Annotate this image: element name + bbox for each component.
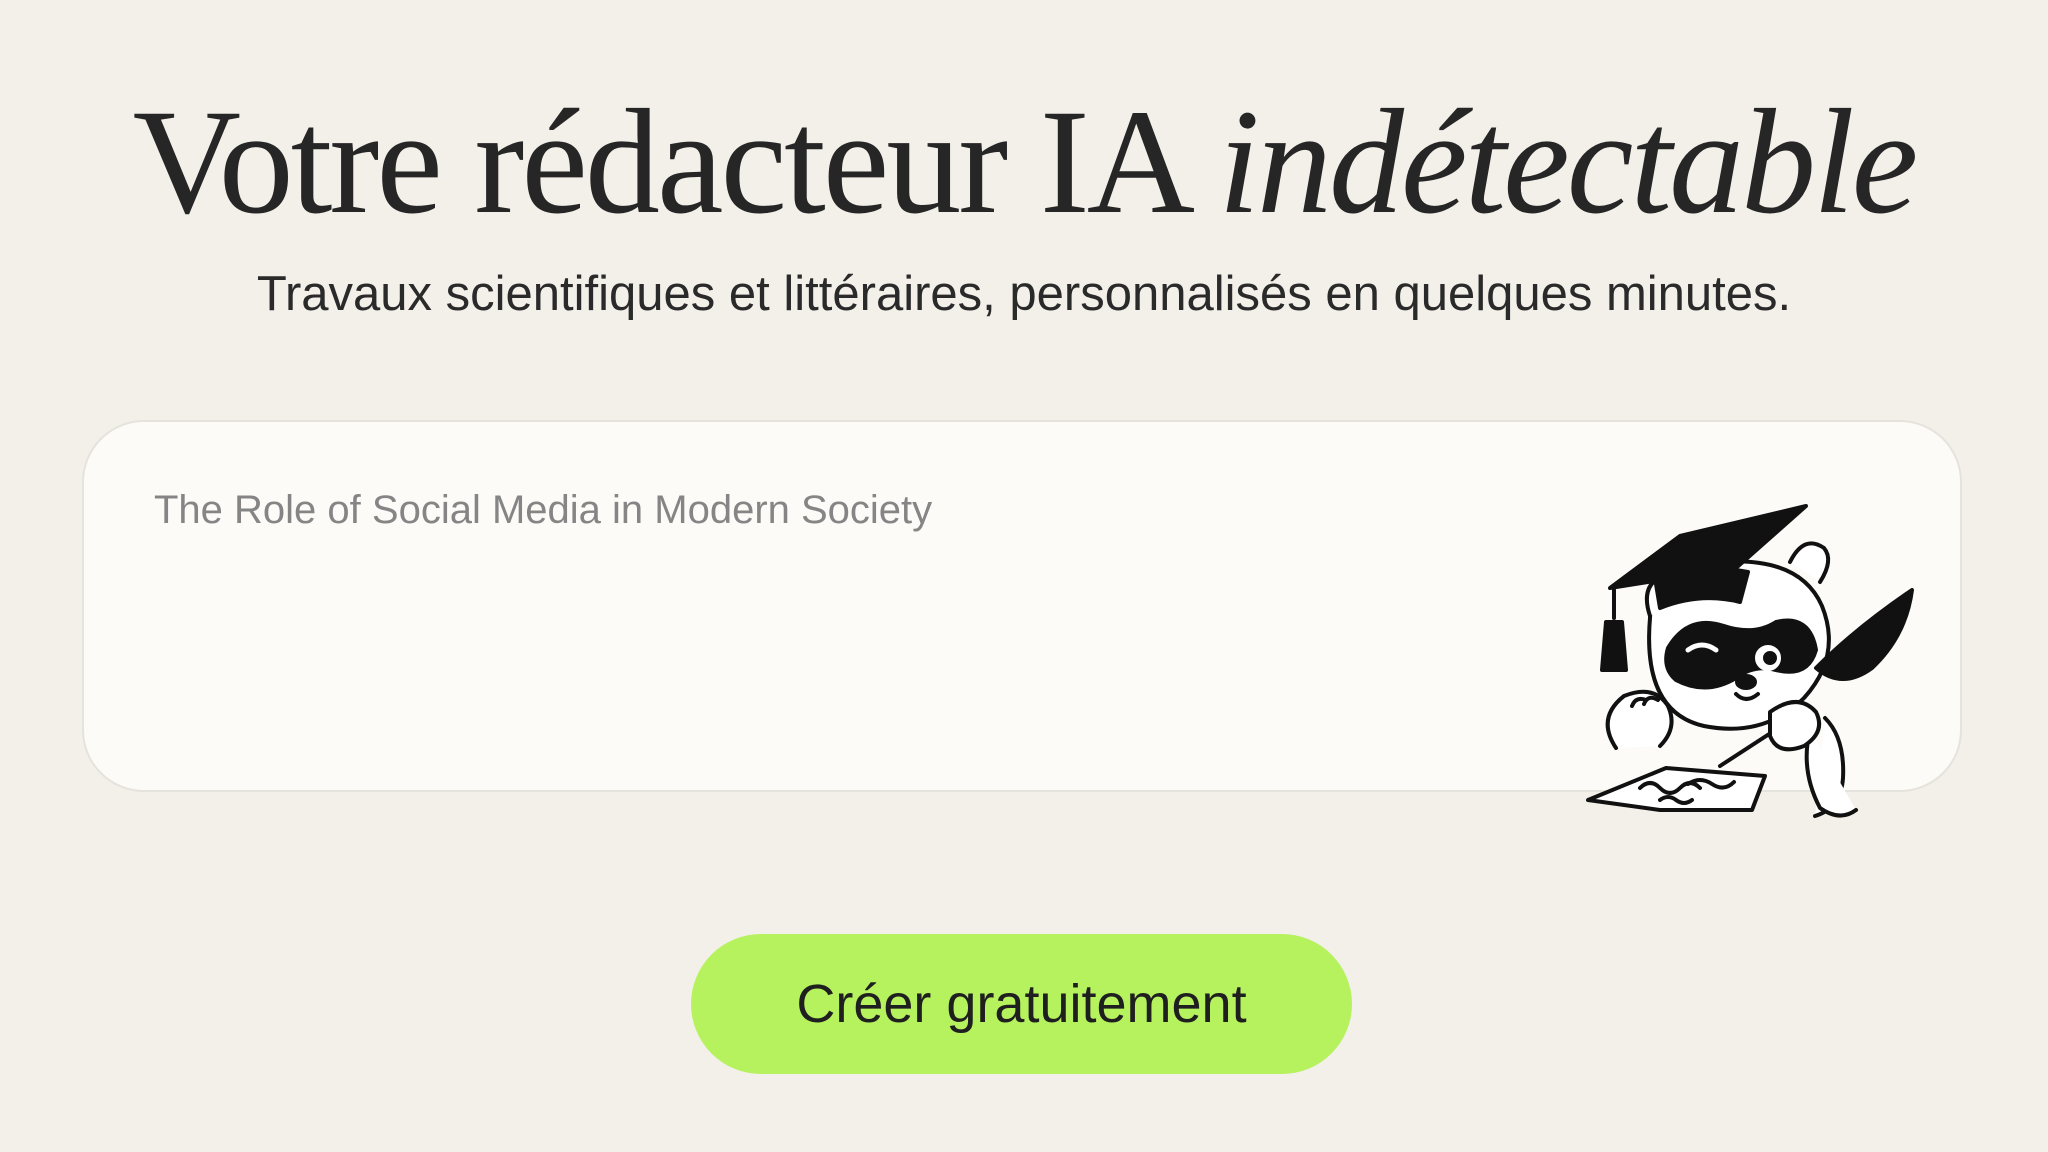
- hero-title: Votre rédacteur IA indétectable: [0, 72, 2048, 252]
- create-free-button[interactable]: Créer gratuitement: [691, 934, 1352, 1074]
- topic-input[interactable]: [154, 482, 1454, 602]
- raccoon-graduate-icon: [1586, 504, 1914, 818]
- hero-title-main: Votre rédacteur IA: [132, 79, 1219, 245]
- hero-subtitle: Travaux scientifiques et littéraires, pe…: [256, 267, 1792, 321]
- hero-title-emphasis: indétectable: [1218, 79, 1918, 245]
